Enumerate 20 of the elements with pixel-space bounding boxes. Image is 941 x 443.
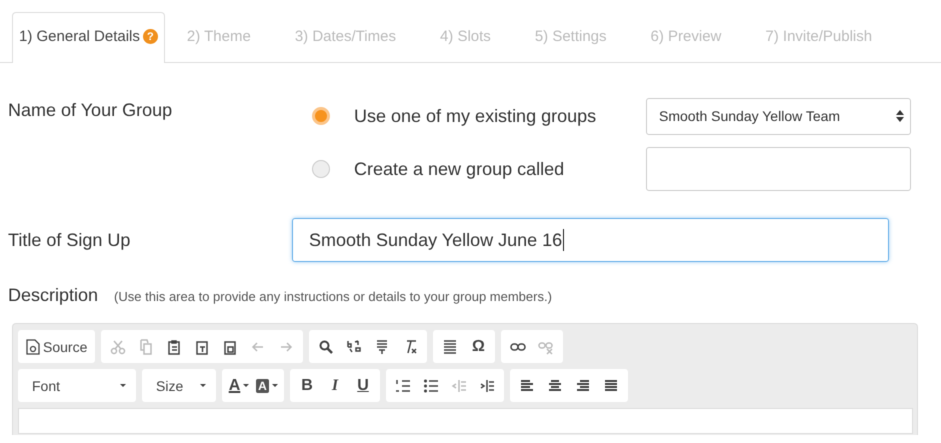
title-field[interactable]: Smooth Sunday Yellow June 16	[292, 218, 889, 262]
field-label: Name of Your Group	[7, 99, 174, 122]
radio-button[interactable]	[312, 160, 330, 178]
field-label: Title of Sign Up	[7, 230, 132, 250]
document-icon	[26, 338, 40, 354]
radio-label: Create a new group called	[354, 158, 566, 180]
text-color-button[interactable]: A	[226, 372, 252, 398]
radio-label: Use one of my existing groups	[354, 106, 598, 126]
group-name-field[interactable]	[646, 147, 911, 191]
background-color-button[interactable]: A	[254, 372, 280, 398]
hint-text: (Use this area to provide any instructions or details to your group members.)	[114, 289, 552, 304]
field-label: Description	[8, 285, 98, 306]
radio-button[interactable]	[312, 107, 330, 125]
format-button[interactable]: B	[294, 372, 320, 398]
group-select[interactable]: Smooth Sunday Yellow Team	[646, 98, 911, 134]
tab[interactable]: 1) General Details ?	[12, 12, 165, 63]
format-button[interactable]: U	[350, 372, 376, 398]
sort-arrows-icon	[896, 110, 904, 122]
tab-label: 1) General Details	[19, 28, 140, 45]
format-button[interactable]: I	[322, 372, 348, 398]
